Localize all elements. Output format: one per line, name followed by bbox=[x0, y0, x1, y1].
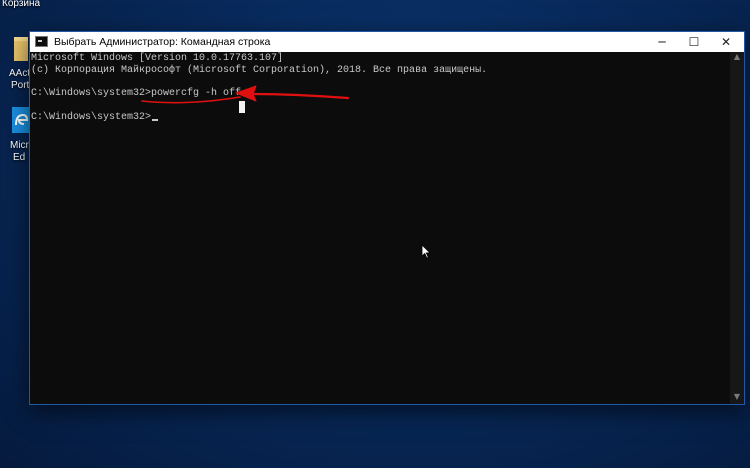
scroll-down-arrow-icon[interactable]: ▼ bbox=[732, 392, 742, 401]
recycle-bin-label[interactable]: Корзина bbox=[2, 0, 40, 9]
aact-portable-label-1[interactable]: AAct bbox=[9, 68, 30, 79]
close-button[interactable]: ✕ bbox=[710, 32, 742, 52]
edge-icon[interactable] bbox=[12, 107, 29, 138]
cmd-app-icon[interactable] bbox=[35, 36, 48, 47]
window-title: Выбрать Администратор: Командная строка bbox=[54, 36, 271, 48]
edge-label-2[interactable]: Ed bbox=[13, 152, 25, 163]
maximize-button[interactable]: ☐ bbox=[678, 32, 710, 52]
titlebar[interactable]: Выбрать Администратор: Командная строка … bbox=[30, 32, 744, 52]
vertical-scrollbar[interactable]: ▲ ▼ bbox=[730, 52, 744, 404]
mouse-pointer-icon bbox=[421, 244, 431, 264]
console-prompt-current: C:\Windows\system32> bbox=[31, 112, 152, 123]
edge-label-1[interactable]: Micr bbox=[10, 140, 29, 151]
console-active-line[interactable]: C:\Windows\system32> bbox=[31, 112, 159, 124]
text-selection-marker bbox=[239, 101, 245, 113]
console-copyright-line: (c) Корпорация Майкрософт (Microsoft Cor… bbox=[31, 65, 488, 76]
cmd-window[interactable]: Выбрать Администратор: Командная строка … bbox=[29, 31, 745, 405]
console-command: powercfg -h off bbox=[151, 88, 242, 99]
folder-icon[interactable] bbox=[14, 37, 28, 66]
scroll-up-arrow-icon[interactable]: ▲ bbox=[732, 52, 742, 61]
console-output[interactable]: Microsoft Windows [Version 10.0.17763.10… bbox=[30, 52, 730, 404]
console-prompt: C:\Windows\system32> bbox=[31, 88, 152, 99]
minimize-button[interactable]: ─ bbox=[646, 32, 678, 52]
console-command-line: C:\Windows\system32>powercfg -h off bbox=[31, 88, 241, 100]
text-cursor bbox=[152, 119, 159, 121]
aact-portable-label-2[interactable]: Port bbox=[11, 80, 29, 91]
console-version-line: Microsoft Windows [Version 10.0.17763.10… bbox=[31, 53, 284, 64]
